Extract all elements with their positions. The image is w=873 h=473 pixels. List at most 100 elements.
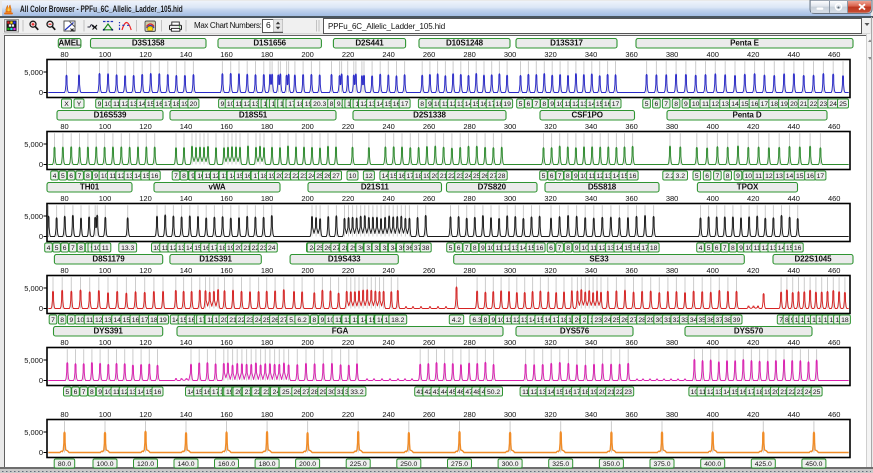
svg-text:19: 19 <box>503 101 511 108</box>
svg-text:7: 7 <box>465 245 469 252</box>
svg-text:240: 240 <box>382 122 395 131</box>
svg-text:16: 16 <box>132 317 140 324</box>
svg-text:25: 25 <box>813 389 821 396</box>
svg-text:9: 9 <box>684 101 688 108</box>
svg-text:160: 160 <box>220 122 233 131</box>
svg-text:10: 10 <box>692 101 700 108</box>
svg-text:8: 8 <box>726 173 730 180</box>
svg-text:15: 15 <box>741 101 749 108</box>
svg-text:4.2: 4.2 <box>452 317 462 324</box>
svg-text:80: 80 <box>60 410 68 419</box>
svg-text:4: 4 <box>53 173 57 180</box>
svg-text:460: 460 <box>828 194 841 203</box>
svg-text:280: 280 <box>463 50 476 59</box>
svg-text:100: 100 <box>99 338 112 347</box>
svg-text:200.0: 200.0 <box>299 461 316 468</box>
svg-text:9: 9 <box>98 101 102 108</box>
svg-text:220: 220 <box>342 338 355 347</box>
svg-text:8: 8 <box>566 245 570 252</box>
svg-text:275.0: 275.0 <box>451 461 468 468</box>
svg-text:220: 220 <box>342 266 355 275</box>
svg-text:8: 8 <box>484 317 488 324</box>
svg-text:160: 160 <box>220 50 233 59</box>
svg-text:13: 13 <box>721 101 729 108</box>
svg-text:D16S539: D16S539 <box>94 110 127 119</box>
svg-text:120.0: 120.0 <box>137 461 154 468</box>
svg-text:SE33: SE33 <box>589 254 609 263</box>
svg-text:D3S1358: D3S1358 <box>132 38 165 47</box>
svg-text:4: 4 <box>47 245 51 252</box>
svg-text:9: 9 <box>736 173 740 180</box>
svg-text:14: 14 <box>113 317 121 324</box>
svg-text:5,000: 5,000 <box>24 67 43 76</box>
svg-text:260: 260 <box>423 338 436 347</box>
svg-text:6: 6 <box>550 173 554 180</box>
svg-text:260: 260 <box>423 194 436 203</box>
svg-text:9: 9 <box>428 101 432 108</box>
svg-text:220: 220 <box>342 194 355 203</box>
svg-text:4: 4 <box>699 245 703 252</box>
svg-text:14: 14 <box>731 101 739 108</box>
svg-text:9: 9 <box>481 245 485 252</box>
svg-text:12: 12 <box>712 101 720 108</box>
svg-text:18.2: 18.2 <box>391 317 404 324</box>
svg-text:325.0: 325.0 <box>552 461 569 468</box>
svg-text:D19S433: D19S433 <box>328 254 361 263</box>
svg-text:240: 240 <box>382 410 395 419</box>
svg-text:0: 0 <box>39 160 43 169</box>
svg-text:Penta D: Penta D <box>732 110 761 119</box>
svg-text:200: 200 <box>301 122 314 131</box>
svg-text:5: 5 <box>707 245 711 252</box>
svg-text:400: 400 <box>706 410 719 419</box>
svg-text:160: 160 <box>220 194 233 203</box>
svg-text:400: 400 <box>706 266 719 275</box>
svg-text:180: 180 <box>261 194 274 203</box>
svg-text:100: 100 <box>99 410 112 419</box>
svg-text:80: 80 <box>60 122 68 131</box>
svg-text:80: 80 <box>60 50 68 59</box>
svg-text:260: 260 <box>423 266 436 275</box>
svg-text:180: 180 <box>261 338 274 347</box>
svg-text:14: 14 <box>786 173 794 180</box>
svg-text:9: 9 <box>574 173 578 180</box>
svg-text:120: 120 <box>139 50 152 59</box>
svg-text:360: 360 <box>625 194 638 203</box>
svg-text:440: 440 <box>787 410 800 419</box>
svg-text:5,000: 5,000 <box>24 427 43 436</box>
svg-text:140: 140 <box>180 410 193 419</box>
svg-text:D13S317: D13S317 <box>550 38 583 47</box>
svg-text:17: 17 <box>401 101 409 108</box>
svg-text:20.3: 20.3 <box>313 101 326 108</box>
svg-text:220: 220 <box>342 410 355 419</box>
svg-text:9: 9 <box>739 245 743 252</box>
svg-text:340: 340 <box>585 266 598 275</box>
svg-text:13: 13 <box>775 173 783 180</box>
svg-text:420: 420 <box>747 410 760 419</box>
svg-text:9: 9 <box>321 317 325 324</box>
svg-text:200: 200 <box>301 50 314 59</box>
svg-text:80.0: 80.0 <box>58 461 71 468</box>
svg-text:17: 17 <box>761 101 769 108</box>
svg-text:Penta E: Penta E <box>730 38 759 47</box>
svg-text:17: 17 <box>141 317 149 324</box>
svg-text:16: 16 <box>151 173 159 180</box>
svg-text:18: 18 <box>150 317 158 324</box>
svg-text:23: 23 <box>624 389 632 396</box>
svg-text:7: 7 <box>716 173 720 180</box>
svg-text:8: 8 <box>312 317 316 324</box>
svg-text:320: 320 <box>544 410 557 419</box>
svg-text:15: 15 <box>796 173 804 180</box>
svg-text:D18S51: D18S51 <box>239 110 268 119</box>
svg-text:380: 380 <box>666 50 679 59</box>
svg-text:D21S11: D21S11 <box>361 182 390 191</box>
svg-text:320: 320 <box>544 122 557 131</box>
svg-text:320: 320 <box>544 194 557 203</box>
svg-text:9: 9 <box>69 317 73 324</box>
svg-text:225.0: 225.0 <box>350 461 367 468</box>
svg-text:100.0: 100.0 <box>96 461 113 468</box>
svg-text:400: 400 <box>706 194 719 203</box>
svg-text:8: 8 <box>330 101 334 108</box>
svg-text:140: 140 <box>180 266 193 275</box>
svg-text:18: 18 <box>841 317 849 324</box>
svg-text:CSF1PO: CSF1PO <box>571 110 602 119</box>
